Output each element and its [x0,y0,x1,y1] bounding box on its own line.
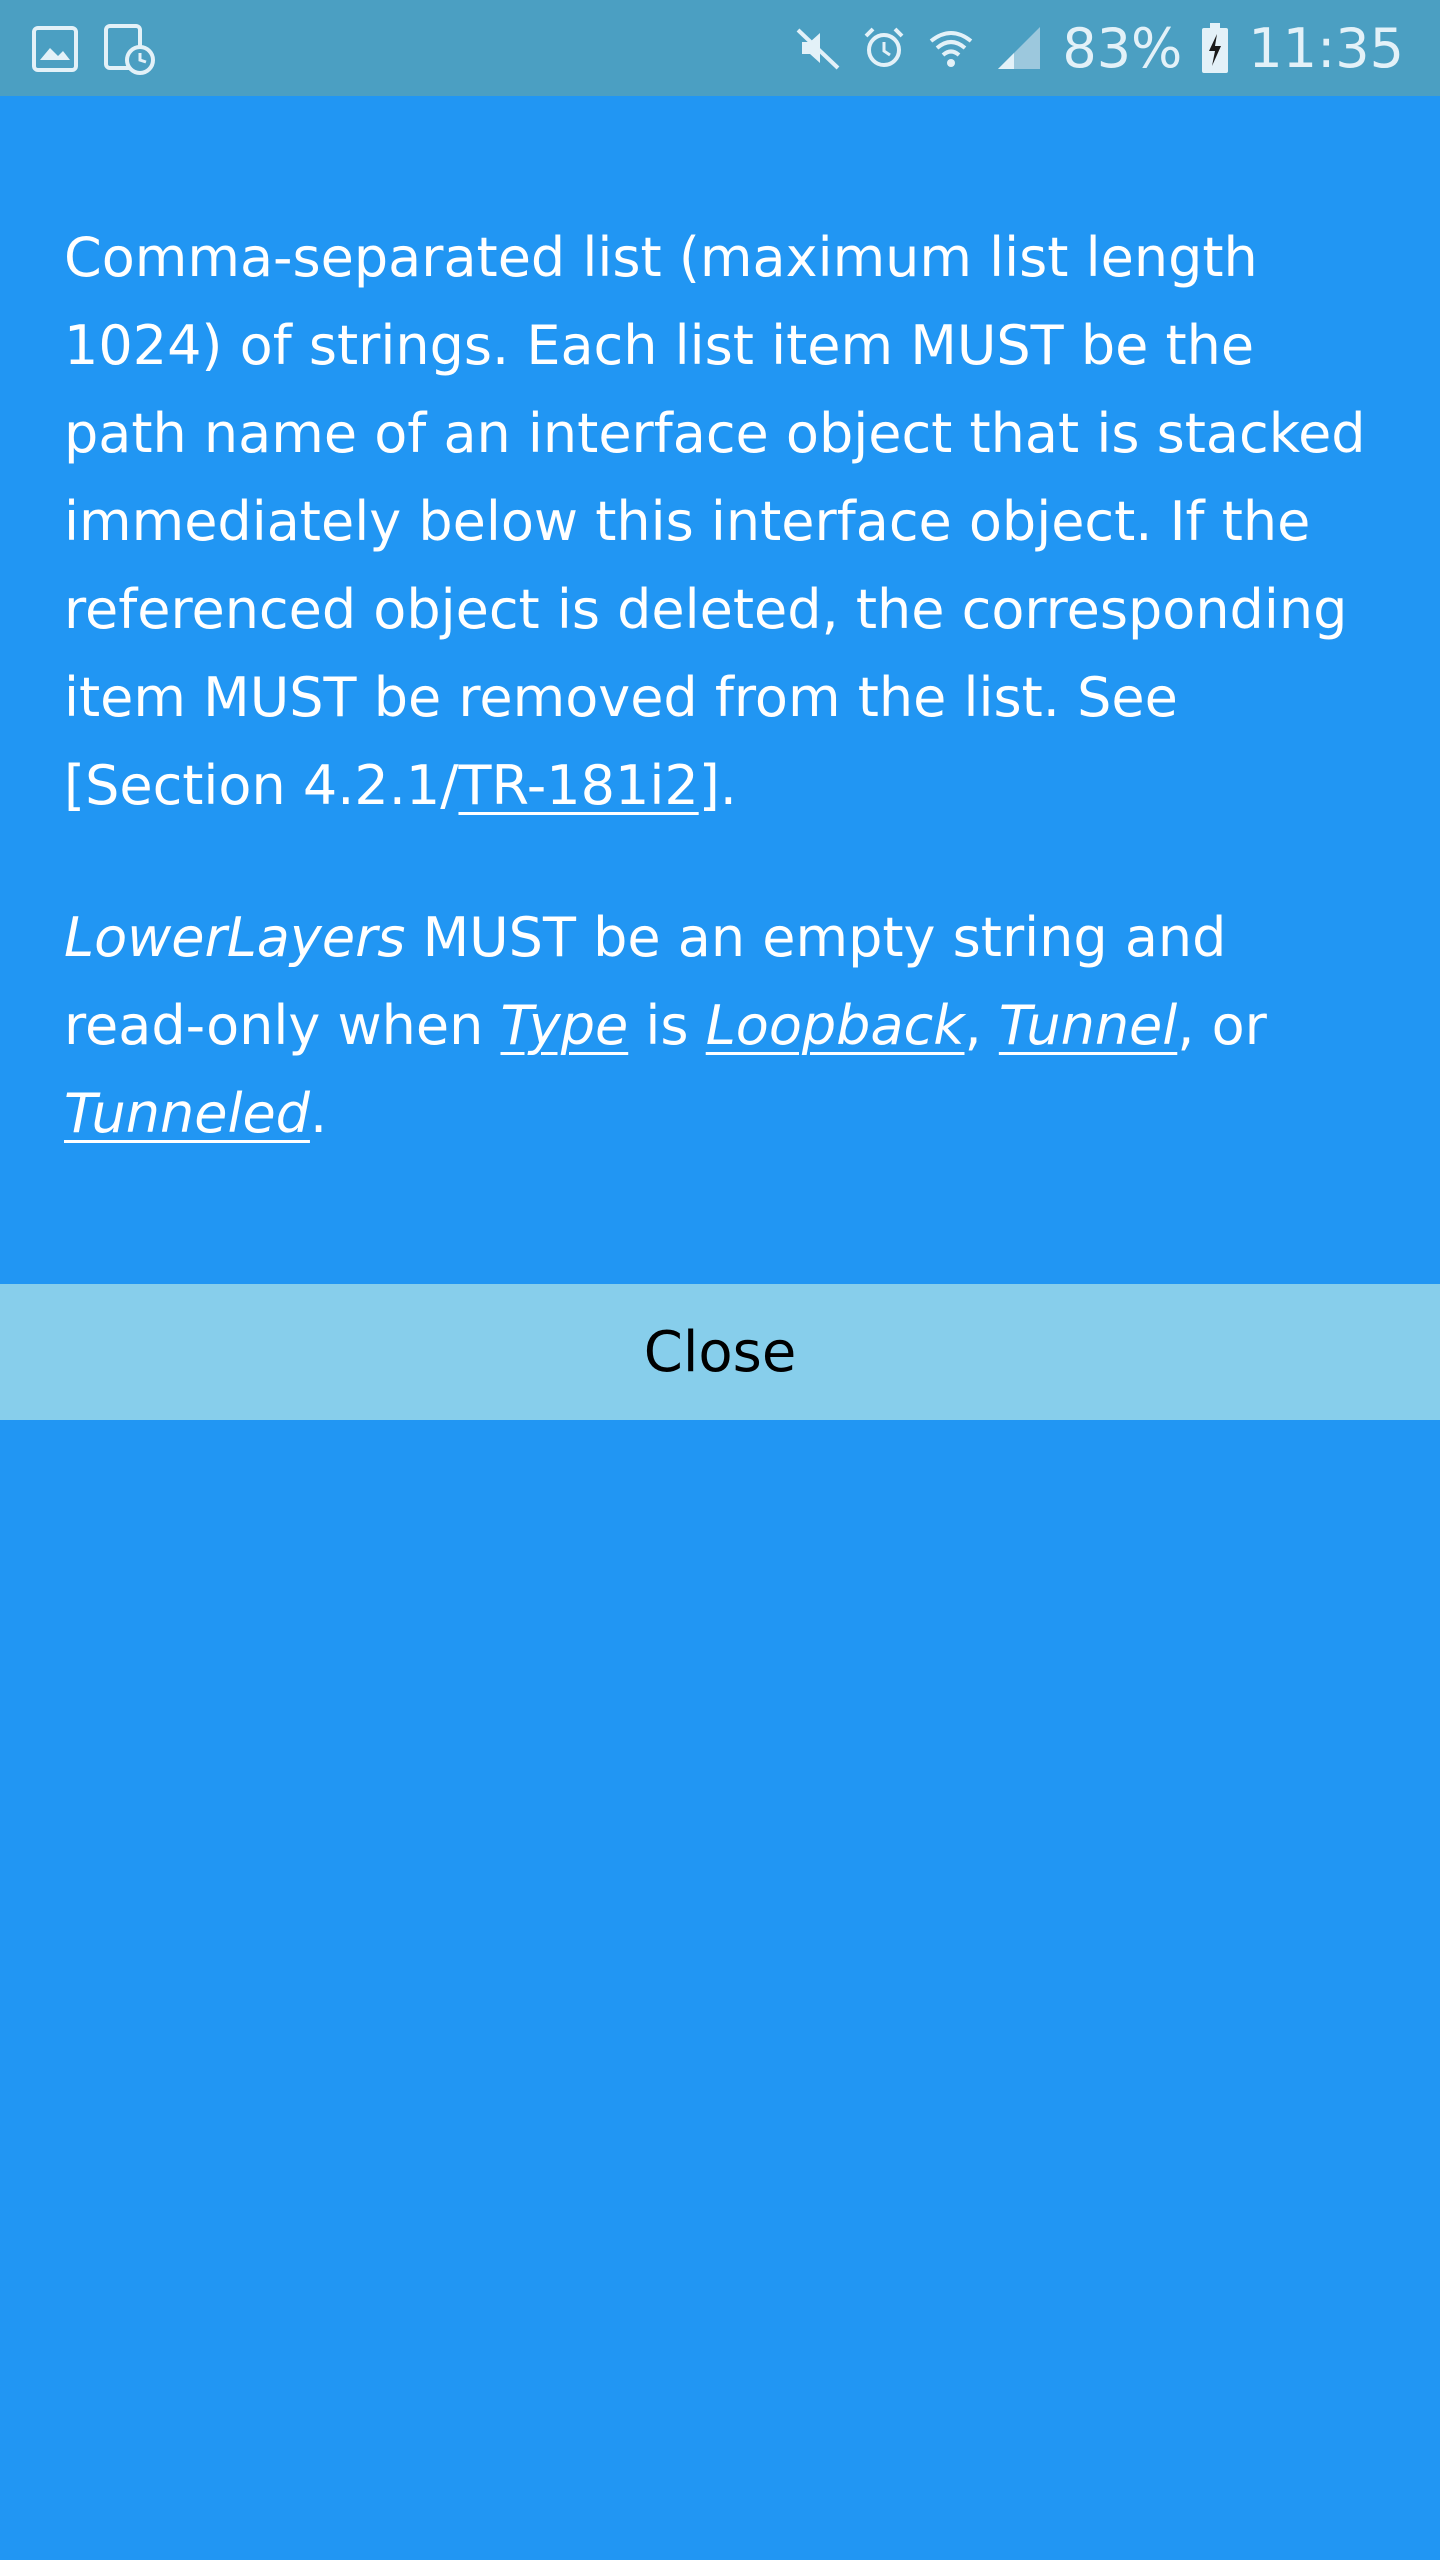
clock: 11:35 [1248,16,1404,80]
text-segment: , [964,994,999,1057]
text-segment: . [309,1082,328,1145]
close-button-label: Close [643,1319,797,1385]
wifi-icon [926,23,976,73]
status-bar-right: 83% 11:35 [794,0,1404,96]
tr-181i2-link[interactable]: TR-181i2 [458,754,698,817]
tunnel-link[interactable]: Tunnel [999,994,1177,1057]
gallery-icon [30,24,80,74]
loopback-link[interactable]: Loopback [706,994,965,1057]
battery-charging-icon [1200,21,1230,75]
description-dialog: Comma-separated list (maximum list lengt… [0,96,1440,2560]
tunneled-link[interactable]: Tunneled [64,1082,310,1145]
status-bar-left [30,22,156,76]
battery-percent: 83% [1062,16,1183,80]
description-text: Comma-separated list (maximum list lengt… [64,226,1366,817]
description-paragraph-2: LowerLayers MUST be an empty string and … [64,894,1384,1158]
mute-icon [794,24,842,72]
alarm-icon [860,24,908,72]
parameter-name: LowerLayers [64,906,406,969]
type-link[interactable]: Type [500,994,628,1057]
status-bar: 83% 11:35 [0,0,1440,96]
close-button[interactable]: Close [0,1284,1440,1420]
text-segment: is [628,994,706,1057]
signal-icon [994,23,1044,73]
description-paragraph-1: Comma-separated list (maximum list lengt… [64,214,1384,830]
description-text-end: ]. [698,754,737,817]
text-segment: , or [1177,994,1267,1057]
screenshot-schedule-icon [102,22,156,76]
